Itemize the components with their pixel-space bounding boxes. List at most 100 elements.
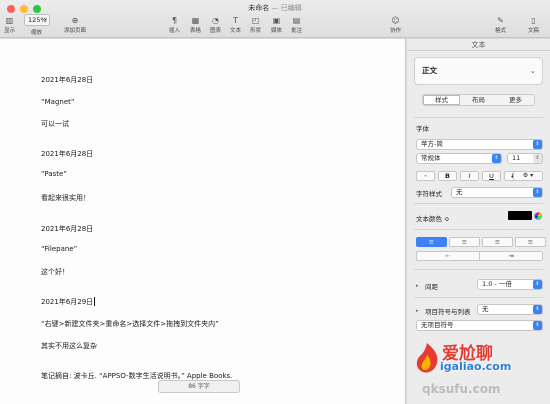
divider	[414, 203, 543, 204]
doc-line[interactable]: 2021年6月28日	[41, 224, 93, 234]
chart-label: 图表	[210, 28, 222, 34]
chart-button[interactable]: ◔ 图表	[210, 15, 221, 34]
view-button[interactable]: ▥ 显示	[4, 15, 15, 34]
bullets-select[interactable]: 无 ⇕	[477, 304, 543, 315]
doc-line[interactable]: “Magnet”	[41, 98, 75, 106]
word-count-button[interactable]: 86 字字	[158, 380, 240, 393]
font-weight-select[interactable]: 常规体 ⇕	[416, 153, 502, 164]
text-options-button[interactable]: ⚙ ▾	[513, 171, 543, 181]
font-section-label: 字体	[416, 125, 429, 133]
doc-line[interactable]: 看起来很实用！	[41, 193, 90, 203]
document-title: 未命名	[248, 4, 270, 12]
comment-icon: ▤	[292, 16, 301, 25]
add-page-button[interactable]: ⊕ 添加页面	[64, 15, 86, 34]
updown-icon: ⇕	[533, 305, 542, 314]
doc-line[interactable]: 可以一试	[41, 119, 69, 129]
align-center-button[interactable]: ≡	[449, 237, 480, 247]
collaborate-icon: ☺	[391, 16, 400, 25]
insert-label: 插入	[169, 28, 181, 34]
text-box-icon: T	[233, 16, 238, 25]
italic-button[interactable]: I	[460, 171, 479, 181]
tab-style[interactable]: 样式	[423, 95, 460, 105]
doc-line[interactable]: “右键>新建文件夹>重命名>选择文件>拖拽到文件夹内”	[41, 319, 219, 329]
char-style-value: 无	[456, 188, 463, 196]
document-button[interactable]: ▯ 文稿	[528, 15, 539, 34]
text-label: 文本	[230, 28, 242, 34]
align-left-button[interactable]: ≡	[416, 237, 447, 247]
text-color-swatch[interactable]	[508, 211, 532, 220]
divider	[414, 297, 543, 298]
bullets-label: 项目符号与列表	[425, 308, 471, 316]
shape-icon: ◰	[251, 16, 260, 25]
doc-line[interactable]: “Paste”	[41, 170, 67, 178]
document-canvas[interactable]: 2021年6月28日 “Magnet” 可以一试 2021年6月28日 “Pas…	[0, 39, 406, 404]
updown-icon: ⇕	[533, 280, 542, 289]
tab-layout[interactable]: 布局	[460, 95, 497, 105]
paragraph-style-value: 正文	[422, 66, 437, 75]
doc-line[interactable]: 其实不用这么复杂	[41, 341, 97, 351]
decrease-indent-button[interactable]: ⇤	[417, 252, 479, 260]
paragraph-style-select[interactable]: 正文 ⌄	[414, 57, 543, 85]
align-justify-button[interactable]: ≡	[515, 237, 546, 247]
media-button[interactable]: ▣ 媒体	[271, 15, 282, 34]
align-right-button[interactable]: ≡	[482, 237, 513, 247]
media-icon: ▣	[272, 16, 281, 25]
divider	[414, 229, 543, 230]
disclosure-icon[interactable]: ▸	[416, 283, 419, 289]
indent-buttons: ⇤ ⇥	[416, 251, 543, 261]
bold-button[interactable]: B	[438, 171, 457, 181]
font-size-value: 11	[512, 154, 521, 162]
font-family-select[interactable]: 苹方-简 ⇕	[416, 139, 543, 150]
collaborate-button[interactable]: ☺ 协作	[390, 15, 401, 34]
color-wheel-icon[interactable]	[534, 212, 542, 220]
disclosure-icon[interactable]: ▸	[416, 308, 419, 314]
insert-button[interactable]: ¶ 插入	[169, 15, 180, 34]
media-label: 媒体	[271, 28, 283, 34]
shape-button[interactable]: ◰ 形状	[250, 15, 261, 34]
table-icon: ▦	[191, 16, 200, 25]
comment-button[interactable]: ▤ 批注	[291, 15, 302, 34]
increase-indent-button[interactable]: ⇥	[479, 252, 542, 260]
tab-more[interactable]: 更多	[497, 95, 534, 105]
collaborate-label: 协作	[390, 28, 402, 34]
text-button[interactable]: T 文本	[230, 15, 241, 34]
document-label: 文稿	[528, 28, 540, 34]
doc-line[interactable]: 2021年6月28日	[41, 149, 93, 159]
zoom-select[interactable]: 125% ▾	[24, 14, 50, 26]
document-status: — 已编辑	[271, 4, 302, 12]
underline-button[interactable]: U	[482, 171, 501, 181]
font-weight-value: 常规体	[421, 154, 441, 162]
bullet-type-select[interactable]: 无项目符号 ⇕	[416, 320, 543, 331]
view-label: 显示	[4, 28, 16, 34]
page[interactable]: 2021年6月28日 “Magnet” 可以一试 2021年6月28日 “Pas…	[0, 39, 405, 404]
char-style-select[interactable]: 无 ⇕	[451, 187, 543, 198]
table-button[interactable]: ▦ 表格	[190, 15, 201, 34]
doc-line-with-cursor[interactable]: 2021年6月29日	[41, 297, 96, 307]
toolbar: 未命名 — 已编辑 ▥ 显示 125% ▾ 缩放 ⊕ 添加页面 ¶ 插入 ▦ 表…	[0, 0, 550, 38]
chevron-down-icon: ⌄	[529, 66, 536, 75]
shape-label: 形状	[250, 28, 262, 34]
font-size-stepper[interactable]: 11 ⇕	[507, 153, 543, 164]
document-icon: ▯	[531, 16, 536, 25]
char-style-label: 字符样式	[416, 190, 442, 198]
chevron-down-icon: ▾	[44, 17, 47, 23]
zoom-caption: 缩放	[31, 28, 42, 36]
updown-icon: ⇕	[533, 140, 542, 149]
zoom-label: 缩放	[31, 30, 43, 36]
text-style-buttons: • B I U S	[416, 171, 523, 181]
panel-title: 文本	[407, 39, 550, 51]
stepper-icon: ⇕	[533, 154, 542, 163]
dot-button[interactable]: •	[416, 171, 435, 181]
spacing-select[interactable]: 1.0 - 一倍 ⇕	[477, 279, 543, 290]
updown-icon: ⇕	[533, 321, 542, 330]
chart-icon: ◔	[212, 16, 219, 25]
divider	[414, 117, 543, 118]
format-button[interactable]: ✎ 格式	[495, 15, 506, 34]
spacing-label: 间距	[425, 283, 438, 291]
format-label: 格式	[495, 28, 507, 34]
doc-line[interactable]: 2021年6月28日	[41, 75, 93, 85]
plus-circle-icon: ⊕	[71, 16, 79, 25]
doc-line-text[interactable]: 2021年6月29日	[41, 298, 93, 306]
doc-line[interactable]: “Filepane”	[41, 245, 77, 253]
doc-line[interactable]: 这个好！	[41, 267, 69, 277]
